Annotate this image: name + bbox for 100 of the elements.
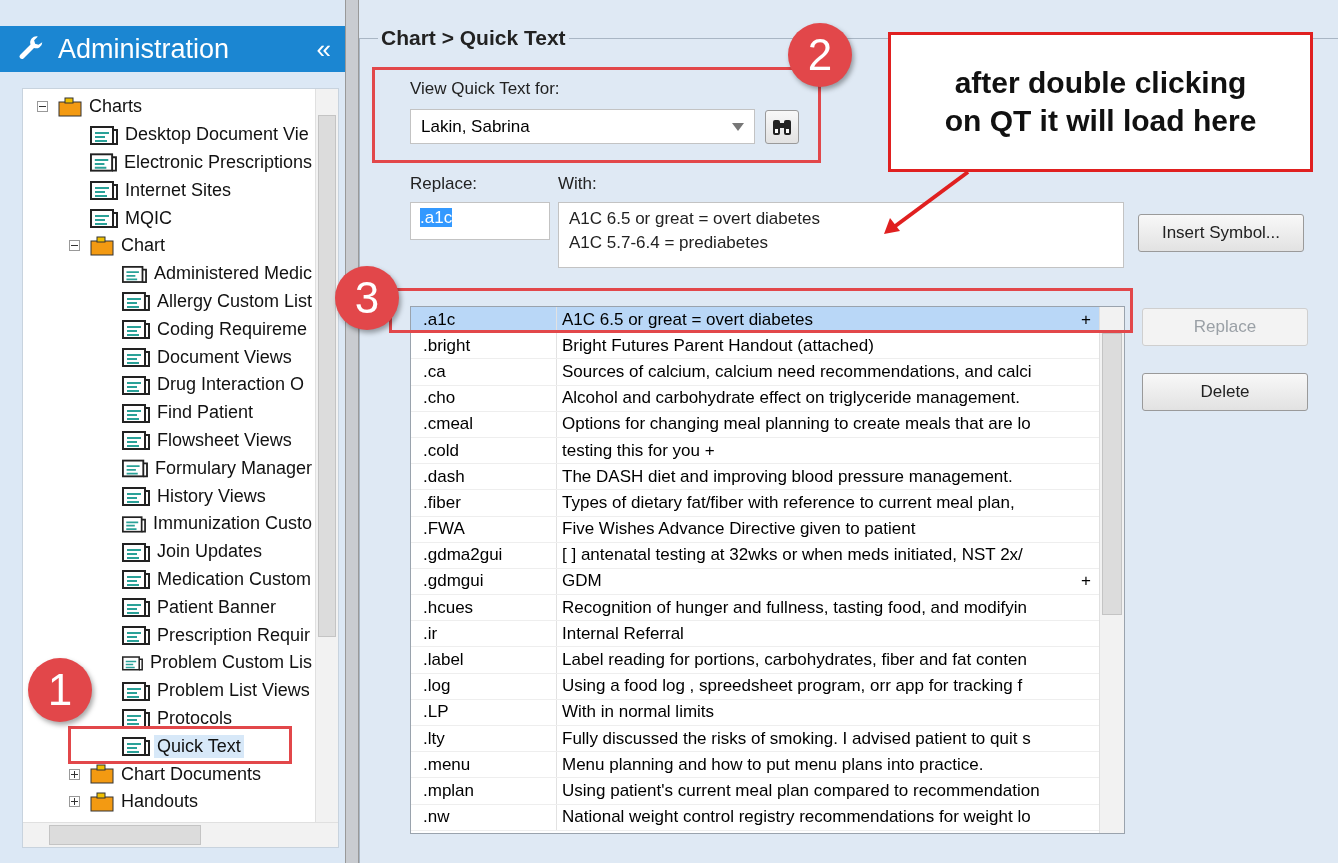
document-icon xyxy=(122,624,150,647)
table-row[interactable]: .log Using a food log , spreedsheet program, orr app for tracking f xyxy=(411,673,1099,700)
document-icon xyxy=(122,373,150,396)
tree-item[interactable]: Desktop Document Vie xyxy=(122,123,312,147)
tree-item[interactable]: Patient Banner xyxy=(154,595,280,619)
field-label: Replace: xyxy=(410,174,478,194)
table-cell: Menu planning and how to put menu plans into practice. xyxy=(562,754,984,775)
table-cell: .LP xyxy=(411,699,557,725)
folder-icon xyxy=(90,791,114,812)
table-row[interactable]: .gdma2gui [ ] antenatal testing at 32wks or when meds initiated, NST 2x/ xyxy=(411,542,1099,569)
table-row[interactable]: .ir Internal Referral xyxy=(411,621,1099,648)
tree-item[interactable]: MQIC xyxy=(122,206,175,230)
tree-item[interactable]: Find Patient xyxy=(154,401,257,425)
tree-item[interactable]: Drug Interaction O xyxy=(154,373,308,397)
tree-item[interactable]: Quick Text xyxy=(154,734,244,758)
vertical-scrollbar[interactable] xyxy=(315,89,338,822)
step-marker: 2 xyxy=(788,23,852,87)
table-cell: testing this for you + xyxy=(562,440,715,461)
tree-item[interactable]: Allergy Custom List xyxy=(153,289,315,313)
table-row[interactable]: .label Label reading for portions, carbohydrates, fiber and fat conten xyxy=(411,647,1099,674)
collapse-button[interactable]: « xyxy=(316,33,331,65)
horizontal-scrollbar[interactable] xyxy=(23,822,338,847)
folder-icon xyxy=(90,235,114,256)
tree-item[interactable]: Administered Medic xyxy=(150,262,315,286)
document-icon xyxy=(122,318,150,341)
tree-item[interactable]: Handouts xyxy=(118,790,202,814)
tree-item[interactable]: Flowsheet Views xyxy=(154,428,295,452)
table-cell: Options for changing meal planning to create meals that are lo xyxy=(562,414,1031,435)
document-icon xyxy=(122,485,150,508)
table-row[interactable]: .FWA Five Wishes Advance Directive given to patient xyxy=(411,516,1099,543)
table-row[interactable]: .lty Fully discussed the risks of smoking. I advised patient to quit s xyxy=(411,726,1099,753)
table-row[interactable]: .mplan Using patient's current meal plan compared to recommendation xyxy=(411,778,1099,805)
tree-item[interactable]: Electronic Prescriptions xyxy=(120,151,315,174)
document-icon xyxy=(122,735,150,758)
table-cell: .gdmgui xyxy=(411,568,557,595)
table-row[interactable]: .LP With in normal limits xyxy=(411,699,1099,726)
binoculars-button[interactable] xyxy=(765,109,799,144)
tree-item[interactable]: Chart Documents xyxy=(118,762,265,786)
table-row[interactable]: .bright Bright Futures Parent Handout (attached) xyxy=(411,333,1099,360)
table-cell: GDM xyxy=(562,571,602,592)
table-cell: .a1c xyxy=(411,307,557,333)
table-row[interactable]: .ca Sources of calcium, calcium need recommendations, and calci xyxy=(411,359,1099,386)
table-cell: .log xyxy=(411,673,557,699)
table-cell: .cho xyxy=(411,385,557,411)
table-cell: .ca xyxy=(411,359,557,385)
tree-item[interactable]: Join Updates xyxy=(154,540,266,564)
document-icon xyxy=(122,290,150,313)
table-cell: National weight control registry recommendations for weight lo xyxy=(562,807,1031,828)
document-icon xyxy=(122,568,150,591)
collapse-icon[interactable] xyxy=(69,240,80,252)
expand-icon[interactable] xyxy=(69,768,80,780)
tree-item[interactable]: History Views xyxy=(154,484,269,508)
table-cell: .gdma2gui xyxy=(411,542,557,568)
table-row[interactable]: .cold testing this for you + xyxy=(411,437,1099,465)
table-row[interactable]: .nw National weight control registry recommendations for weight lo xyxy=(411,804,1099,831)
tree-item[interactable]: Internet Sites xyxy=(122,178,235,202)
table-cell: .menu xyxy=(411,752,557,778)
tree-item[interactable]: Prescription Requir xyxy=(154,623,314,647)
table-row[interactable]: .dash The DASH diet and improving blood pressure management. xyxy=(411,464,1099,491)
tree-item[interactable]: Document Views xyxy=(154,345,295,369)
collapse-icon[interactable] xyxy=(37,101,48,113)
plus-mark: + xyxy=(1081,309,1091,330)
table-cell: With in normal limits xyxy=(562,702,715,723)
tree-item[interactable]: Formulary Manager xyxy=(151,456,315,480)
dropdown-arrow-icon xyxy=(732,122,744,131)
document-icon xyxy=(90,151,117,174)
tree-item[interactable]: Immunization Custo xyxy=(149,512,315,536)
table-cell: .fiber xyxy=(411,490,557,516)
with-field[interactable]: A1C 6.5 or great = overt diabetes A1C 5.7-6.4 = prediabetes xyxy=(558,202,1124,268)
tree-item[interactable]: Problem List Views xyxy=(154,679,313,703)
tree-item[interactable]: Coding Requireme xyxy=(154,317,311,341)
tree-item[interactable]: Problem Custom Lis xyxy=(146,651,315,675)
table-row[interactable]: .fiber Types of dietary fat/fiber with reference to current meal plan, xyxy=(411,490,1099,517)
callout-box: after double clicking on QT it will load here xyxy=(888,32,1313,172)
table-cell: .lty xyxy=(411,726,557,752)
table-cell: [ ] antenatal testing at 32wks or when meds initiated, NST 2x/ xyxy=(562,545,1023,566)
tree-item[interactable]: Medication Custom xyxy=(154,567,315,591)
insert-symbol-button[interactable]: Insert Symbol... xyxy=(1138,214,1304,252)
table-row[interactable]: .menu Menu planning and how to put menu plans into practice. xyxy=(411,752,1099,779)
tree-item[interactable]: Charts xyxy=(86,95,145,119)
document-icon xyxy=(122,429,150,452)
tree-item[interactable]: Protocols xyxy=(154,706,236,730)
table-cell: .hcues xyxy=(411,595,557,621)
table-row[interactable]: .cho Alcohol and carbohydrate effect on triglyceride management. xyxy=(411,385,1099,412)
field-label: View Quick Text for: xyxy=(410,79,560,99)
table-cell: Using patient's current meal plan compared to recommendation xyxy=(562,780,1040,801)
table-cell: .label xyxy=(411,647,557,673)
table-cell: Sources of calcium, calcium need recommendations, and calci xyxy=(562,361,1032,382)
vertical-scrollbar[interactable] xyxy=(1099,307,1124,833)
table-cell: Internal Referral xyxy=(562,623,684,644)
table-row[interactable]: .hcues Recognition of hunger and fullness, tasting food, and modifyin xyxy=(411,595,1099,622)
expand-icon[interactable] xyxy=(69,796,80,808)
tree-item[interactable]: Chart xyxy=(118,234,168,258)
table-cell: .nw xyxy=(411,804,557,830)
table-cell: Recognition of hunger and fullness, tasting food, and modifyin xyxy=(562,597,1027,618)
table-row[interactable]: .cmeal Options for changing meal planning to create meals that are lo xyxy=(411,411,1099,438)
plus-mark: + xyxy=(1081,571,1091,592)
patient-dropdown[interactable]: Lakin, Sabrina xyxy=(410,109,755,144)
table-row[interactable]: .gdmgui GDM + xyxy=(411,568,1099,596)
delete-button[interactable]: Delete xyxy=(1142,373,1308,411)
